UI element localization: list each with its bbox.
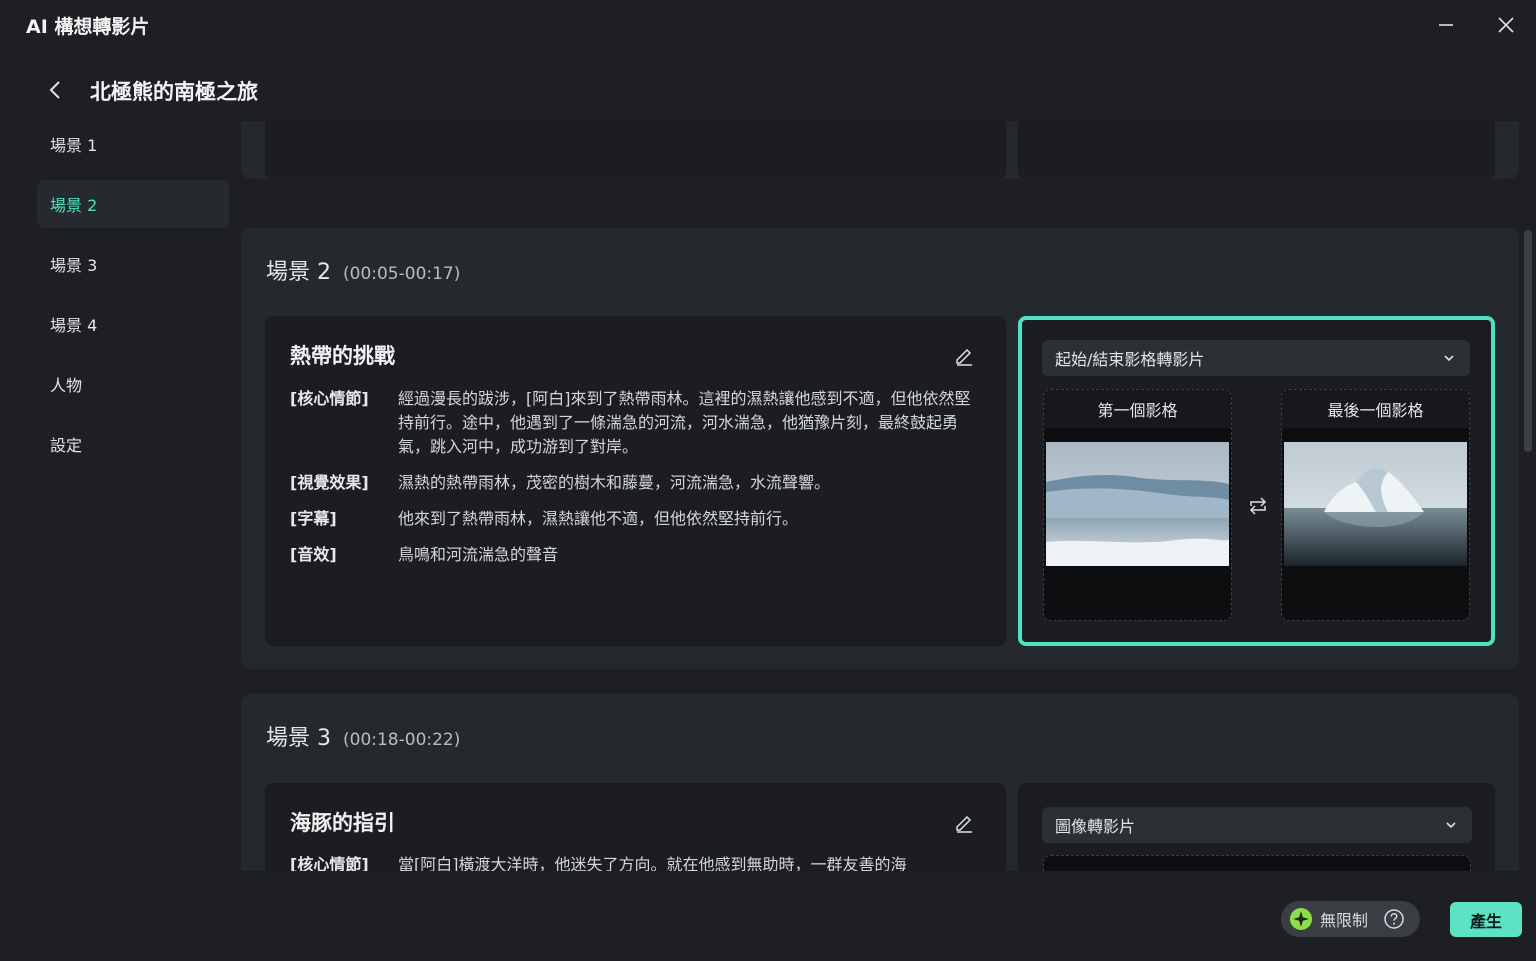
back-button[interactable]: [42, 76, 70, 104]
quota-pill[interactable]: 無限制: [1281, 901, 1420, 937]
scrollbar[interactable]: [1524, 230, 1532, 452]
sidebar-item-scene-2[interactable]: 場景 2: [37, 180, 229, 228]
first-frame-slot[interactable]: 第一個影格: [1043, 389, 1232, 621]
close-icon: [1498, 17, 1514, 33]
story-row-core-plot: [核心情節] 經過漫長的跋涉，[阿白]來到了熱帶雨林。這裡的濕熱讓他感到不適，但…: [290, 389, 971, 456]
edit-button[interactable]: [952, 344, 976, 368]
scene-card-2: 場景 2 (00:05-00:17) 熱帶的挑戰 [核心情節] 經過漫長的跋涉，…: [241, 228, 1519, 669]
scene-heading: 場景 2 (00:05-00:17): [266, 254, 460, 286]
title-bar: AI 構想轉影片: [0, 0, 1536, 50]
first-frame-label: 第一個影格: [1044, 390, 1231, 428]
sidebar-item-characters[interactable]: 人物: [37, 360, 229, 408]
minimize-button[interactable]: [1426, 8, 1466, 42]
scene-sidebar: 場景 1 場景 2 場景 3 場景 4 人物 設定: [37, 120, 229, 480]
close-button[interactable]: [1486, 8, 1526, 42]
last-frame-slot[interactable]: 最後一個影格: [1281, 389, 1470, 621]
page-title: 北極熊的南極之旅: [90, 80, 258, 104]
edit-button[interactable]: [952, 811, 976, 835]
scene-name: 場景 3: [266, 726, 331, 751]
chevron-down-icon: [1444, 355, 1454, 362]
back-arrow-icon: [49, 81, 60, 99]
swap-frames-button[interactable]: [1246, 494, 1270, 518]
generate-button[interactable]: 產生: [1450, 902, 1522, 937]
scene-time: (00:05-00:17): [343, 264, 461, 284]
story-row-visual: [視覺效果] 濕熱的熱帶雨林，茂密的樹木和藤蔓，河流湍急，水流聲響。: [290, 473, 831, 492]
chevron-down-icon: [1446, 822, 1456, 829]
glacier-image: [1046, 442, 1229, 566]
last-frame-label: 最後一個影格: [1282, 390, 1469, 428]
story-box: 海豚的指引 [核心情節] 當[阿白]橫渡大洋時，他迷失了方向。就在他感到無助時，…: [265, 783, 1006, 871]
image-slot[interactable]: [1043, 855, 1471, 871]
scene-heading: 場景 3 (00:18-00:22): [266, 720, 460, 752]
page-header: 北極熊的南極之旅: [0, 60, 1536, 120]
story-row-core-plot: [核心情節] 當[阿白]橫渡大洋時，他迷失了方向。就在他感到無助時，一群友善的海: [290, 855, 907, 871]
scene-time: (00:18-00:22): [343, 730, 461, 750]
visual-box: 圖像轉影片: [1018, 783, 1495, 871]
visual-box-highlighted: 起始/結束影格轉影片 第一個影格 最後一個影格: [1018, 316, 1495, 646]
quota-label: 無限制: [1320, 911, 1369, 930]
minimize-icon: [1439, 24, 1453, 26]
swap-icon: [1249, 497, 1267, 515]
iceberg-image: [1284, 442, 1467, 566]
sidebar-item-scene-1[interactable]: 場景 1: [37, 120, 229, 168]
story-title: 海豚的指引: [290, 811, 395, 835]
scene-name: 場景 2: [266, 260, 331, 285]
edit-pencil-icon: [956, 348, 972, 366]
mode-dropdown[interactable]: 起始/結束影格轉影片: [1042, 340, 1470, 376]
sparkle-icon: [1290, 908, 1312, 930]
scene-list[interactable]: 場景 2 (00:05-00:17) 熱帶的挑戰 [核心情節] 經過漫長的跋涉，…: [241, 121, 1519, 871]
story-box: [265, 121, 1006, 179]
sidebar-item-scene-3[interactable]: 場景 3: [37, 240, 229, 288]
sidebar-item-scene-4[interactable]: 場景 4: [37, 300, 229, 348]
story-row-subtitle: [字幕] 他來到了熱帶雨林，濕熱讓他不適，但他依然堅持前行。: [290, 509, 799, 528]
story-title: 熱帶的挑戰: [290, 344, 395, 368]
scene-card-1: [241, 121, 1519, 179]
story-row-sound: [音效] 鳥鳴和河流湍急的聲音: [290, 545, 559, 564]
mode-dropdown[interactable]: 圖像轉影片: [1042, 807, 1472, 843]
app-title: AI 構想轉影片: [26, 16, 150, 38]
visual-box: [1018, 121, 1495, 179]
edit-pencil-icon: [956, 815, 972, 833]
help-icon[interactable]: [1383, 908, 1405, 930]
scene-card-3: 場景 3 (00:18-00:22) 海豚的指引 [核心情節] 當[阿白]橫渡大…: [241, 694, 1519, 871]
story-box: 熱帶的挑戰 [核心情節] 經過漫長的跋涉，[阿白]來到了熱帶雨林。這裡的濕熱讓他…: [265, 316, 1006, 646]
sidebar-item-settings[interactable]: 設定: [37, 420, 229, 468]
